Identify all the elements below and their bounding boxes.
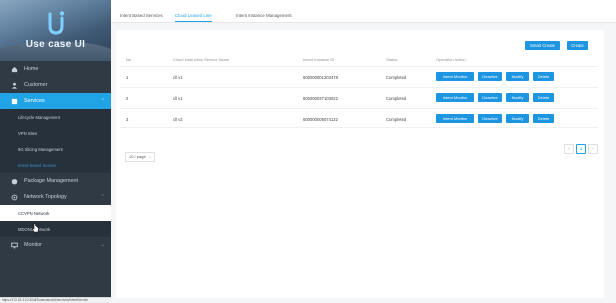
cell-service-name: cll v1 — [173, 96, 183, 101]
table-panel: Smart Create Create No Cloud Instruction… — [116, 30, 604, 298]
cell-no: 2 — [126, 96, 129, 101]
column-header-instance-id: Intent Instance ID — [303, 57, 335, 62]
main-content: Smart Create Create No Cloud Instruction… — [111, 23, 616, 303]
modify-button[interactable]: Modify — [506, 72, 529, 81]
deactive-button[interactable]: Deactive — [478, 114, 502, 123]
cell-service-name: cll v2 — [173, 117, 183, 122]
tab-cloud-leased-line[interactable]: Cloud Leased Line — [175, 0, 212, 22]
sidebar-item-network-topology[interactable]: Network Topology ⌃ — [0, 189, 111, 205]
deactive-button[interactable]: Deactive — [478, 93, 502, 102]
sidebar-item-label: Home — [24, 66, 39, 72]
sidebar-item-services[interactable]: Services ⌃ — [0, 93, 111, 109]
package-icon — [10, 177, 18, 185]
sidebar-subitem-ccvpn-network[interactable]: CCVPN Network — [0, 205, 111, 221]
intent-monitor-button[interactable]: Intent Monitor — [436, 93, 474, 102]
column-header-status: Status — [386, 57, 398, 62]
sidebar-subitem-5g-slicing[interactable]: 5G Slicing Management — [0, 141, 111, 157]
column-header-service-name: Cloud Instruction Service Name — [173, 57, 230, 62]
column-header-operation: Operation Action — [436, 57, 466, 62]
modify-button[interactable]: Modify — [506, 114, 529, 123]
cell-status: Completed — [386, 96, 407, 101]
column-header-no: No — [126, 57, 132, 62]
monitor-icon — [10, 241, 18, 249]
tab-intent-instance-management[interactable]: Intent Instance Management — [236, 0, 292, 22]
mouse-pointer-icon — [32, 223, 39, 233]
sidebar-subitem-vpn-sites[interactable]: VPN Sites — [0, 125, 111, 141]
tab-intent-based-services[interactable]: Intent Based Services — [120, 0, 163, 22]
chevron-down-icon: ⌄ — [100, 242, 105, 248]
cell-service-name: cll v1 — [173, 75, 183, 80]
cell-instance-id: 600000006074122 — [303, 117, 338, 122]
modify-button[interactable]: Modify — [506, 93, 529, 102]
pagination-page-button[interactable]: 1 — [576, 144, 586, 154]
page-size-value: 10 / page — [129, 154, 146, 159]
sidebar-item-package-management[interactable]: Package Management — [0, 173, 111, 189]
create-button[interactable]: Create — [567, 41, 588, 50]
cell-no: 1 — [126, 75, 129, 80]
delete-button[interactable]: Delete — [533, 93, 554, 102]
delete-button[interactable]: Delete — [533, 72, 554, 81]
table-row: 2 cll v1 600000037103022 Completed Inten… — [120, 87, 598, 107]
sidebar-item-label: Package Management — [24, 178, 78, 184]
sidebar-item-label: Monitor — [24, 242, 42, 248]
table-header: No Cloud Instruction Service Name Intent… — [120, 52, 598, 66]
smart-create-button[interactable]: Smart Create — [525, 41, 560, 50]
cell-no: 3 — [126, 117, 129, 122]
pagination-next-button[interactable]: › — [588, 144, 598, 154]
cell-instance-id: 600000001203478 — [303, 75, 338, 80]
brand-header: Use case UI — [0, 0, 111, 61]
table-row: 3 cll v2 600000006074122 Completed Inten… — [120, 108, 598, 128]
table-row: 1 cll v1 600000001203478 Completed Inten… — [120, 66, 598, 86]
logo-icon — [48, 11, 65, 35]
sidebar-item-label: Services — [24, 98, 45, 104]
pagination-prev-button[interactable]: ‹ — [564, 144, 574, 154]
cell-instance-id: 600000037103022 — [303, 96, 338, 101]
cell-status: Completed — [386, 117, 407, 122]
user-icon — [10, 81, 18, 89]
intent-monitor-button[interactable]: Intent Monitor — [436, 72, 474, 81]
page-size-select[interactable]: 10 / page ⌄ — [125, 152, 155, 162]
sidebar-item-label: Customer — [24, 82, 48, 88]
chevron-up-icon: ⌃ — [100, 194, 105, 200]
sidebar-item-monitor[interactable]: Monitor ⌄ — [0, 237, 111, 253]
top-tab-bar: Intent Based Services Cloud Leased Line … — [111, 0, 616, 23]
logo-text: Use case UI — [25, 39, 86, 50]
delete-button[interactable]: Delete — [533, 114, 554, 123]
sidebar-subitem-intent-based-service[interactable]: Intent-based Service — [0, 157, 111, 173]
home-icon — [10, 65, 18, 73]
sidebar-item-label: Network Topology — [24, 194, 67, 200]
intent-monitor-button[interactable]: Intent Monitor — [436, 114, 474, 123]
sidebar-subitem-mdons-network[interactable]: MDONS Network — [0, 221, 111, 237]
cell-status: Completed — [386, 75, 407, 80]
topology-icon — [10, 193, 18, 201]
sidebar-item-home[interactable]: Home — [0, 61, 111, 77]
chevron-up-icon: ⌃ — [100, 98, 105, 104]
sidebar-menu: Home Customer Services ⌃ Lifecycle Manag… — [0, 61, 111, 253]
sidebar-subitem-lifecycle-management[interactable]: Lifecycle Management — [0, 109, 111, 125]
sidebar: Use case UI Home Customer Services ⌃ Lif… — [0, 0, 111, 303]
deactive-button[interactable]: Deactive — [478, 72, 502, 81]
chevron-down-icon: ⌄ — [148, 155, 152, 159]
sidebar-item-customer[interactable]: Customer — [0, 77, 111, 93]
services-icon — [10, 97, 18, 105]
